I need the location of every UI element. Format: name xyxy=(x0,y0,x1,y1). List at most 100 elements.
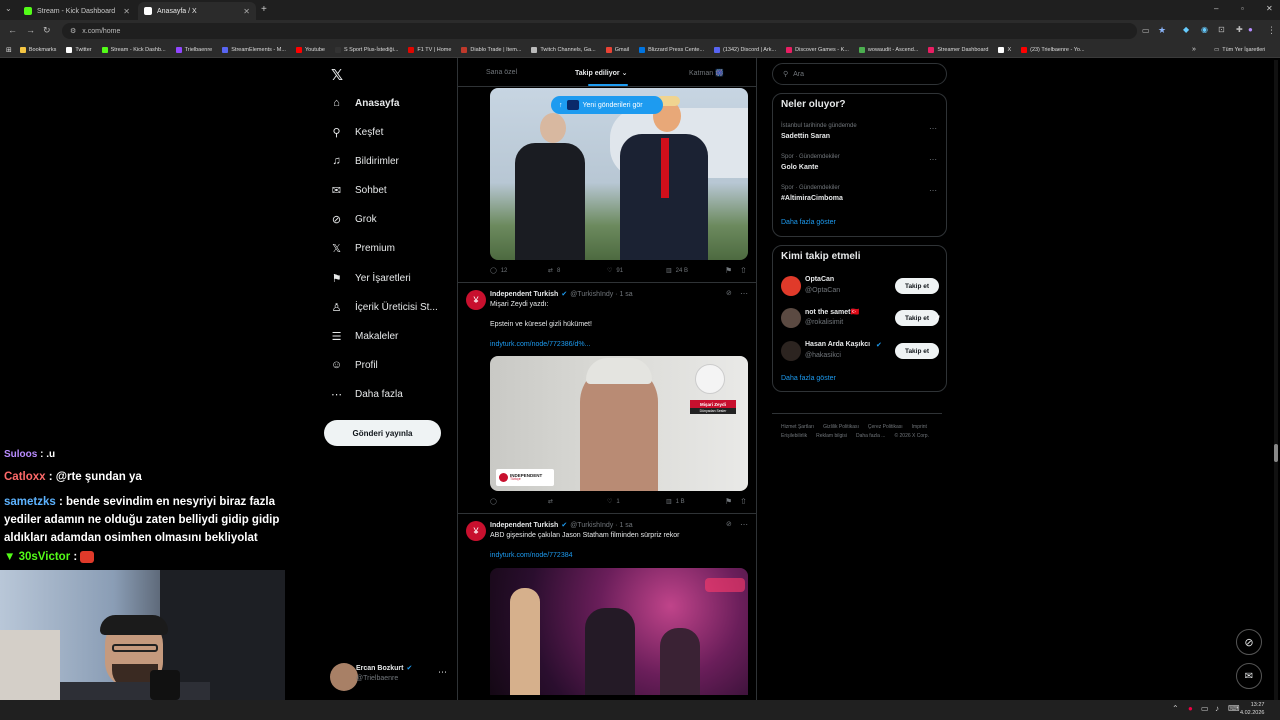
footer-link[interactable]: Gizlilik Politikası xyxy=(823,424,859,430)
nav-item-10[interactable]: ☺ Profil xyxy=(330,359,378,371)
follow-show-more[interactable]: Daha fazla göster xyxy=(781,375,836,382)
nav-item-3[interactable]: ♫ Bildirimler xyxy=(330,155,399,167)
more-icon[interactable]: ⋯ xyxy=(740,289,748,298)
tab-kick-dashboard[interactable]: Stream - Kick Dashboard ✕ xyxy=(18,2,136,20)
bookmark-icon[interactable]: ⚑ xyxy=(725,497,732,506)
close-tab-icon[interactable]: ✕ xyxy=(243,7,250,16)
tab-katman[interactable]: Katman 🎆 xyxy=(689,69,724,77)
clock[interactable]: 13:27 4.02.2026 xyxy=(1240,701,1264,717)
trends-show-more[interactable]: Daha fazla göster xyxy=(781,219,836,226)
follow-button[interactable]: Takip et xyxy=(895,310,939,326)
footer-link[interactable]: Daha fazla ... xyxy=(856,433,885,439)
bookmark-item[interactable]: Bookmarks xyxy=(19,46,56,53)
volume-icon[interactable]: ♪ xyxy=(1215,704,1219,713)
extension-icon[interactable]: ◉ xyxy=(1201,25,1208,34)
extension-icon[interactable]: ⊡ xyxy=(1218,25,1225,34)
tweet-author-name[interactable]: Independent Turkish xyxy=(490,522,558,529)
bookmark-item[interactable]: Twitter xyxy=(66,46,92,53)
trend-title[interactable]: Sadettin Saran xyxy=(781,133,830,140)
x-logo-icon[interactable]: 𝕏 xyxy=(331,66,343,84)
grok-icon[interactable]: ⊘ xyxy=(726,520,732,528)
bookmark-item[interactable]: StreamElements - M... xyxy=(222,46,286,53)
nav-item-8[interactable]: ♙ İçerik Üreticisi St... xyxy=(330,301,438,314)
bookmark-icon[interactable]: ⚑ xyxy=(725,266,732,275)
more-bookmarks-icon[interactable]: » xyxy=(1192,46,1196,53)
reload-icon[interactable]: ↻ xyxy=(43,25,51,36)
account-name-row[interactable]: Ercan Bozkurt ✔ xyxy=(356,664,412,673)
like-button[interactable]: ♡ 1 xyxy=(607,498,620,506)
bookmark-item[interactable]: (23) Trielbaenre - Yo... xyxy=(1021,46,1085,53)
tab-anasayfa-x[interactable]: Anasayfa / X ✕ xyxy=(138,2,256,20)
messages-float-button[interactable]: ✉ xyxy=(1236,663,1262,689)
trend-more-icon[interactable]: ⋯ xyxy=(929,155,937,164)
avatar[interactable]: ¥ xyxy=(466,521,486,541)
views-button[interactable]: ▥ 24 B xyxy=(666,267,688,275)
nav-item-1[interactable]: ⌂ Anasayfa xyxy=(330,97,399,109)
bookmark-item[interactable]: Diablo Trade | Item... xyxy=(461,46,521,53)
bookmark-item[interactable]: X xyxy=(998,46,1011,53)
all-bookmarks-folder[interactable]: ▭ Tüm Yer İşaretleri xyxy=(1214,47,1265,53)
suggested-user-name[interactable]: OptaCan xyxy=(805,276,834,283)
back-icon[interactable]: ← xyxy=(8,25,17,35)
repost-button[interactable]: ⇄ 8 xyxy=(548,267,560,275)
close-tab-icon[interactable]: ✕ xyxy=(123,7,130,16)
bookmark-item[interactable]: Twitch Channels, Ga... xyxy=(531,46,596,53)
views-button[interactable]: ▥ 1 B xyxy=(666,498,685,506)
bookmark-item[interactable]: Youtube xyxy=(295,46,325,53)
bookmark-item[interactable]: Blizzard Press Cente... xyxy=(639,46,704,53)
nav-item-11[interactable]: ⋯ Daha fazla xyxy=(330,388,403,401)
avatar[interactable]: ¥ xyxy=(466,290,486,310)
share-icon[interactable]: ⇧ xyxy=(740,266,747,275)
footer-link[interactable]: Imprint xyxy=(912,424,927,430)
tweet-image-portrait[interactable]: Mişari Zeydi Dünyadan Sesler INDEPENDENT… xyxy=(490,356,748,491)
trend-title[interactable]: Golo Kante xyxy=(781,164,818,171)
close-window-icon[interactable]: ✕ xyxy=(1266,4,1273,13)
profile-avatar-icon[interactable]: ● xyxy=(1248,25,1253,34)
suggested-user-name[interactable]: Hasan Arda Kaşıkcı xyxy=(805,341,870,348)
keyboard-icon[interactable]: ⌨ xyxy=(1228,704,1240,713)
tweet-image-club[interactable] xyxy=(490,568,748,695)
tweet-link[interactable]: indyturk.com/node/772386/d%... xyxy=(490,341,590,348)
star-icon[interactable]: ★ xyxy=(1158,25,1166,36)
grok-icon[interactable]: ⊘ xyxy=(726,289,732,297)
avatar[interactable] xyxy=(781,308,801,328)
more-icon[interactable]: ⋯ xyxy=(740,520,748,529)
nav-item-6[interactable]: 𝕏 Premium xyxy=(330,242,395,255)
mic-icon[interactable]: ● xyxy=(1188,704,1193,713)
bookmark-item[interactable]: (1342) Discord | Ark... xyxy=(714,46,776,53)
reply-button[interactable]: ◯ 12 xyxy=(490,267,507,275)
tweet-author-name[interactable]: Independent Turkish xyxy=(490,291,558,298)
like-button[interactable]: ♡ 91 xyxy=(607,267,623,275)
tweet-author-handle[interactable]: @TurkishIndy · 1 sa xyxy=(570,522,632,529)
bookmark-item[interactable]: Stream - Kick Dashb... xyxy=(101,46,166,53)
trend-title[interactable]: #AltimiraCimboma xyxy=(781,195,843,202)
bookmark-item[interactable]: Streamer Dashboard xyxy=(928,46,988,53)
reply-button[interactable]: ◯ xyxy=(490,498,497,505)
tab-for-you[interactable]: Sana özel xyxy=(486,69,517,76)
nav-item-9[interactable]: ☰ Makaleler xyxy=(330,330,399,343)
new-tab-icon[interactable]: + xyxy=(261,4,267,15)
tweet-link[interactable]: indyturk.com/node/772384 xyxy=(490,552,573,559)
maximize-icon[interactable]: ▫ xyxy=(1241,4,1244,13)
bookmark-item[interactable]: Gmail xyxy=(605,46,629,53)
bookmark-item[interactable]: S Sport Plus-İstediği... xyxy=(334,46,398,53)
footer-link[interactable]: Hizmet Şartları xyxy=(781,424,814,430)
site-info-icon[interactable]: ⚙ xyxy=(70,27,76,35)
trend-more-icon[interactable]: ⋯ xyxy=(929,124,937,133)
extensions-icon[interactable]: ✚ xyxy=(1236,25,1243,34)
minimize-icon[interactable]: – xyxy=(1214,4,1218,13)
account-avatar[interactable] xyxy=(330,663,358,691)
menu-icon[interactable]: ⋮ xyxy=(1267,25,1276,36)
footer-link[interactable]: Reklam bilgisi xyxy=(816,433,847,439)
bookmark-item[interactable]: Trielbaenre xyxy=(175,46,212,53)
address-bar[interactable]: ⚙ x.com/home xyxy=(62,23,1137,39)
account-more-icon[interactable]: ⋯ xyxy=(438,667,447,678)
nav-item-5[interactable]: ⊘ Grok xyxy=(330,213,377,226)
nav-item-7[interactable]: ⚑ Yer İşaretleri xyxy=(330,272,411,285)
follow-button[interactable]: Takip et xyxy=(895,278,939,294)
search-input[interactable]: ⚲ Ara xyxy=(772,63,947,85)
repost-button[interactable]: ⇄ xyxy=(548,498,553,505)
apps-icon[interactable]: ⊞ xyxy=(6,46,12,54)
footer-link[interactable]: Erişilebilirlik xyxy=(781,433,807,439)
new-posts-pill[interactable]: ↑ Yeni gönderileri gör xyxy=(551,96,663,114)
